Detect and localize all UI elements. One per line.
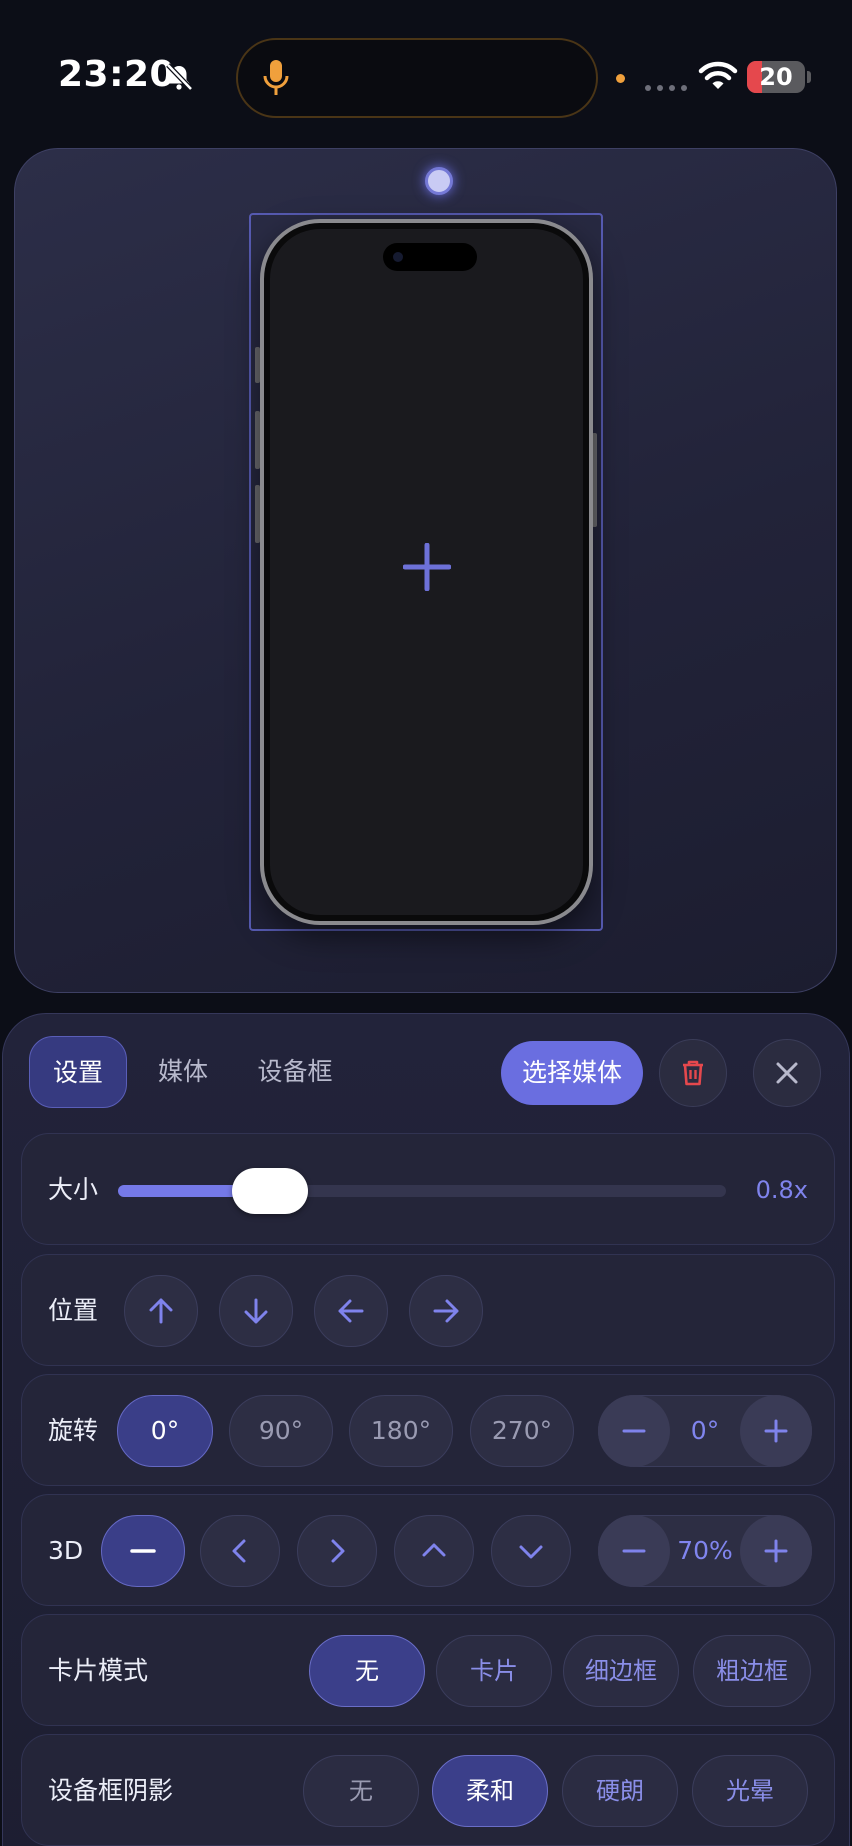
delete-button[interactable] (659, 1039, 727, 1107)
3d-tilt-left-button[interactable] (200, 1515, 280, 1587)
3d-decrement-button[interactable] (598, 1515, 670, 1587)
chevron-right-icon (331, 1539, 345, 1563)
move-up-button[interactable] (124, 1275, 198, 1347)
rotation-increment-button[interactable] (740, 1395, 812, 1467)
rotation-stepper: 0° (598, 1395, 812, 1467)
pick-media-button[interactable]: 选择媒体 (501, 1041, 643, 1105)
rotation-90-button[interactable]: 90° (229, 1395, 333, 1467)
rotation-decrement-button[interactable] (598, 1395, 670, 1467)
arrow-up-icon (149, 1298, 173, 1324)
microphone-icon (263, 60, 289, 95)
privacy-indicator (616, 74, 625, 83)
card-mode-card-button[interactable]: 卡片 (436, 1635, 552, 1707)
battery-tip (807, 71, 811, 83)
card-mode-label: 卡片模式 (48, 1656, 149, 1685)
device-frame[interactable] (260, 219, 593, 925)
size-value: 0.8x (755, 1176, 808, 1204)
rotation-270-button[interactable]: 270° (470, 1395, 574, 1467)
minus-icon (622, 1549, 646, 1553)
chevron-up-icon (422, 1543, 446, 1557)
3d-tilt-right-button[interactable] (297, 1515, 377, 1587)
shadow-soft-button[interactable]: 柔和 (432, 1755, 548, 1827)
add-media-plus-icon[interactable] (403, 543, 451, 591)
size-label: 大小 (48, 1175, 99, 1204)
size-slider-knob[interactable] (232, 1168, 308, 1214)
3d-intensity-stepper: 70% (598, 1515, 812, 1587)
tab-media[interactable]: 媒体 (143, 1036, 223, 1108)
3d-label: 3D (48, 1536, 84, 1565)
size-slider-track[interactable] (118, 1185, 726, 1197)
rotation-180-button[interactable]: 180° (349, 1395, 453, 1467)
3d-intensity-value: 70% (677, 1536, 733, 1565)
3d-tilt-down-button[interactable] (491, 1515, 571, 1587)
rotation-row: 旋转 0° 90° 180° 270° 0° (21, 1374, 835, 1486)
plus-icon (764, 1419, 788, 1443)
chevron-left-icon (232, 1539, 246, 1563)
position-label: 位置 (48, 1296, 99, 1325)
cellular-signal-icon (645, 85, 687, 91)
chevron-down-icon (519, 1545, 543, 1559)
dynamic-island[interactable] (236, 38, 598, 118)
close-icon (776, 1062, 798, 1084)
wifi-icon (698, 61, 738, 89)
rotation-label: 旋转 (48, 1416, 99, 1445)
shadow-none-button[interactable]: 无 (303, 1755, 419, 1827)
close-button[interactable] (753, 1039, 821, 1107)
arrow-right-icon (433, 1299, 459, 1323)
phone-camera (393, 252, 403, 262)
trash-icon (683, 1060, 703, 1086)
position-row: 位置 (21, 1254, 835, 1366)
status-bar: 23:20 20 (0, 0, 852, 140)
3d-row: 3D 70% (21, 1494, 835, 1606)
3d-tilt-up-button[interactable] (394, 1515, 474, 1587)
status-time: 23:20 (58, 54, 176, 95)
card-mode-thin-border-button[interactable]: 细边框 (563, 1635, 679, 1707)
3d-reset-button[interactable] (101, 1515, 185, 1587)
card-mode-none-button[interactable]: 无 (309, 1635, 425, 1707)
size-row: 大小 0.8x (21, 1133, 835, 1245)
phone-dynamic-island (383, 243, 477, 271)
minus-icon (130, 1549, 156, 1553)
arrow-down-icon (244, 1298, 268, 1324)
bell-slash-icon (166, 63, 193, 91)
tab-settings[interactable]: 设置 (29, 1036, 127, 1108)
settings-panel: 设置 媒体 设备框 选择媒体 大小 0.8x 位置 旋转 0° 90° 180°… (2, 1013, 850, 1846)
3d-increment-button[interactable] (740, 1515, 812, 1587)
card-mode-row: 卡片模式 无 卡片 细边框 粗边框 (21, 1614, 835, 1726)
tab-device-frame[interactable]: 设备框 (241, 1036, 349, 1108)
battery-percent: 20 (759, 63, 793, 91)
card-mode-thick-border-button[interactable]: 粗边框 (693, 1635, 811, 1707)
move-down-button[interactable] (219, 1275, 293, 1347)
rotation-0-button[interactable]: 0° (117, 1395, 213, 1467)
rotate-handle[interactable] (425, 167, 453, 195)
plus-icon (764, 1539, 788, 1563)
rotation-value: 0° (690, 1416, 720, 1445)
move-right-button[interactable] (409, 1275, 483, 1347)
arrow-left-icon (338, 1299, 364, 1323)
shadow-glow-button[interactable]: 光晕 (692, 1755, 808, 1827)
move-left-button[interactable] (314, 1275, 388, 1347)
shadow-hard-button[interactable]: 硬朗 (562, 1755, 678, 1827)
frame-shadow-row: 设备框阴影 无 柔和 硬朗 光晕 (21, 1734, 835, 1846)
minus-icon (622, 1429, 646, 1433)
battery-indicator: 20 (747, 61, 805, 93)
frame-shadow-label: 设备框阴影 (48, 1776, 174, 1805)
canvas-preview[interactable] (14, 148, 837, 993)
